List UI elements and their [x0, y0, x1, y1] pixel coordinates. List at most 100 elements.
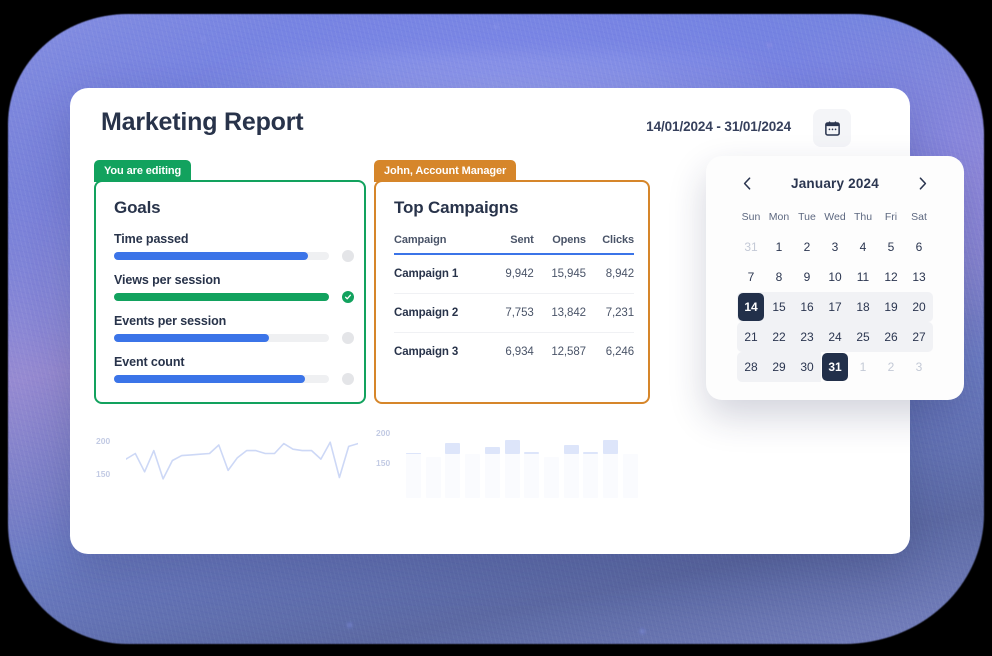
goal-label: Events per session	[114, 314, 227, 328]
calendar-grid: Sun Mon Tue Wed Thu Fri Sat 31 1 2 3 4 5 6 7 8 9 10 11 12 13…	[737, 202, 933, 382]
calendar-range-end-day[interactable]: 31	[821, 352, 849, 382]
calendar-day-25[interactable]: 25	[849, 322, 877, 352]
calendar-dow-label: Sat	[911, 211, 927, 223]
calendar-week-row: 7 8 9 10 11 12 13	[737, 262, 933, 292]
calendar-day-22[interactable]: 22	[765, 322, 793, 352]
goals-badge: You are editing	[94, 160, 192, 182]
campaigns-table-body: Campaign 1 9,942 15,945 8,942 Campaign 2 7,75…	[394, 254, 634, 371]
calendar-day-5[interactable]: 5	[877, 232, 905, 262]
campaigns-column-header: Campaign	[394, 234, 447, 246]
calendar-day-13[interactable]: 13	[905, 262, 933, 292]
table-row: Campaign 2 7,753 13,842 7,231	[394, 293, 634, 333]
calendar-day-number: 28	[744, 360, 758, 374]
calendar-day-number: 7	[747, 270, 755, 284]
calendar-day-number: 3	[831, 240, 839, 254]
calendar-day-muted-2[interactable]: 2	[877, 352, 905, 382]
bar-chart-bar	[544, 456, 560, 498]
calendar-day-7[interactable]: 7	[737, 262, 765, 292]
calendar-day-6[interactable]: 6	[905, 232, 933, 262]
calendar-day-3[interactable]: 3	[821, 232, 849, 262]
calendar-day-number: 1	[775, 240, 783, 254]
calendar-day-29[interactable]: 29	[765, 352, 793, 382]
bar-chart-bar-top	[484, 447, 500, 454]
calendar-day-muted-3[interactable]: 3	[905, 352, 933, 382]
goal-row: Event count	[114, 355, 354, 385]
calendar-day-number: 9	[803, 270, 811, 284]
calendar-dow-label: Wed	[824, 211, 846, 223]
campaigns-column-header: Sent	[510, 234, 534, 246]
campaign-metric-cell: 15,945	[533, 254, 586, 294]
calendar-day-10[interactable]: 10	[821, 262, 849, 292]
calendar-day-number: 13	[912, 270, 926, 284]
goals-panel: You are editing Goals Time passed Views p…	[94, 160, 366, 404]
bar-chart-bar-top	[563, 445, 579, 454]
calendar-day-27[interactable]: 27	[905, 322, 933, 352]
calendar-day-16[interactable]: 16	[793, 292, 821, 322]
goal-row: Views per session	[114, 273, 354, 303]
calendar-day-number: 20	[912, 300, 926, 314]
calendar-day-18[interactable]: 18	[849, 292, 877, 322]
calendar-day-number: 23	[800, 330, 814, 344]
calendar-dow-label: Sun	[741, 211, 761, 223]
calendar-day-11[interactable]: 11	[849, 262, 877, 292]
calendar-day-15[interactable]: 15	[765, 292, 793, 322]
calendar-popup: January 2024 Sun Mon Tue Wed Thu Fri Sat 31 1 2 3 4…	[706, 156, 964, 400]
calendar-day-number: 3	[915, 360, 923, 374]
calendar-day-2[interactable]: 2	[793, 232, 821, 262]
calendar-dow-label: Tue	[798, 211, 816, 223]
goal-label: Event count	[114, 355, 185, 369]
calendar-day-28[interactable]: 28	[737, 352, 765, 382]
goal-progress-fill	[114, 293, 329, 301]
calendar-day-12[interactable]: 12	[877, 262, 905, 292]
calendar-day-9[interactable]: 9	[793, 262, 821, 292]
chevron-right-icon	[919, 176, 927, 190]
calendar-day-muted-31[interactable]: 31	[737, 232, 765, 262]
goal-progress-fill	[114, 375, 306, 383]
calendar-range-start-day[interactable]: 14	[737, 292, 765, 322]
calendar-day-24[interactable]: 24	[821, 322, 849, 352]
calendar-day-30[interactable]: 30	[793, 352, 821, 382]
calendar-next-button[interactable]	[910, 172, 936, 194]
table-row: Campaign 3 6,934 12,587 6,246	[394, 333, 634, 372]
calendar-day-number: 24	[828, 330, 842, 344]
calendar-day-number: 22	[772, 330, 786, 344]
calendar-button[interactable]	[813, 109, 851, 147]
campaigns-column-header: Opens	[552, 234, 586, 246]
bar-chart-bar	[504, 439, 520, 498]
goal-progress-fill	[114, 334, 269, 342]
calendar-day-1[interactable]: 1	[765, 232, 793, 262]
date-range-label: 14/01/2024 - 31/01/2024	[646, 119, 791, 134]
calendar-icon	[824, 120, 840, 136]
bar-chart-bar	[425, 457, 441, 498]
calendar-day-number: 12	[884, 270, 898, 284]
line-chart-path	[126, 441, 358, 480]
bar-chart-bar	[406, 453, 421, 498]
campaign-metric-cell: 6,934	[505, 346, 534, 358]
calendar-day-number: 27	[912, 330, 926, 344]
calendar-prev-button[interactable]	[734, 172, 760, 194]
bar-chart-bar	[622, 453, 638, 498]
bar-chart-bar	[524, 452, 540, 498]
campaign-name-cell: Campaign 3	[394, 346, 459, 358]
calendar-day-21[interactable]: 21	[737, 322, 765, 352]
goal-progress	[114, 373, 354, 385]
calendar-day-23[interactable]: 23	[793, 322, 821, 352]
calendar-day-19[interactable]: 19	[877, 292, 905, 322]
goal-progress	[114, 250, 354, 262]
calendar-day-26[interactable]: 26	[877, 322, 905, 352]
campaign-metric-cell: 7,753	[490, 293, 534, 333]
bar-chart-bar	[563, 445, 579, 498]
calendar-day-17[interactable]: 17	[821, 292, 849, 322]
calendar-week-row: 21 22 23 24 25 26 27	[737, 322, 933, 352]
screenshot-stage: Marketing Report 14/01/2024 - 31/01/2024…	[0, 0, 992, 656]
calendar-day-number: 26	[884, 330, 898, 344]
campaigns-table-head: Campaign Sent Opens Clicks	[394, 234, 634, 254]
calendar-day-number: 14	[744, 300, 758, 314]
calendar-day-8[interactable]: 8	[765, 262, 793, 292]
bar-chart-bar-top	[445, 443, 461, 454]
calendar-day-number: 18	[856, 300, 870, 314]
calendar-day-4[interactable]: 4	[849, 232, 877, 262]
calendar-day-20[interactable]: 20	[905, 292, 933, 322]
calendar-day-muted-1[interactable]: 1	[849, 352, 877, 382]
goal-status-pending-icon	[342, 250, 354, 262]
